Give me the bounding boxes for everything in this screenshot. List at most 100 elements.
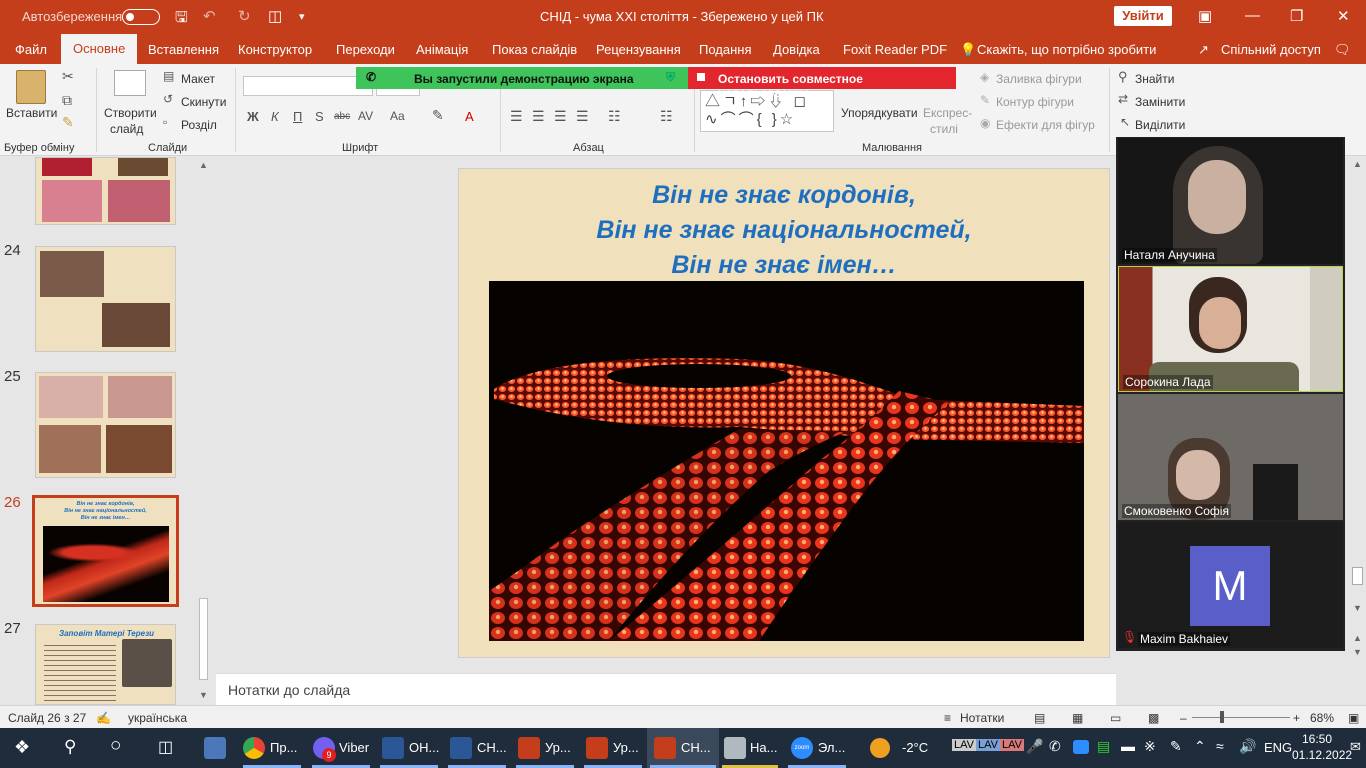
participant-tile[interactable]: Смоковенко Софія [1118, 394, 1343, 520]
format-painter-icon[interactable]: ✎ [62, 114, 74, 131]
edit-icon[interactable]: ✎ [1170, 738, 1182, 755]
next-slide-icon[interactable]: ▼ [1353, 647, 1362, 657]
notes-toggle[interactable]: Нотатки [960, 711, 1004, 725]
zoom-in-icon[interactable]: + [1293, 711, 1300, 725]
font-name-input[interactable] [243, 76, 373, 96]
tab-home[interactable]: Основне [61, 34, 138, 64]
cut-icon[interactable]: ✂ [62, 68, 74, 85]
slide-thumbnail-23[interactable] [35, 157, 176, 225]
wifi-icon[interactable]: ≈ [1216, 738, 1224, 754]
task-view-icon[interactable]: ◫ [158, 737, 173, 757]
antivirus-icon[interactable]: LAV [952, 739, 976, 751]
quick-styles-button[interactable]: Експрес- [923, 106, 972, 120]
shape-fill-button[interactable]: Заливка фігури [996, 72, 1082, 86]
participant-tile[interactable]: Наталя Анучина [1118, 138, 1343, 264]
aids-ribbon-candles-photo[interactable] [489, 281, 1084, 641]
new-slide-icon[interactable] [114, 70, 146, 96]
undo-icon[interactable]: ↶ [203, 7, 216, 25]
maximize-icon[interactable]: ❐ [1290, 7, 1303, 25]
slide-title-line-1[interactable]: Він не знає кордонів, [459, 181, 1109, 210]
slide-thumbnail-24[interactable] [35, 246, 176, 352]
zoom-out-icon[interactable]: – [1180, 711, 1187, 725]
taskbar-recorder[interactable]: На... [750, 740, 777, 755]
scroll-up-icon[interactable]: ▲ [199, 160, 208, 170]
replace-button[interactable]: Замінити [1135, 95, 1185, 109]
network-app-icon[interactable]: ▬ [1121, 738, 1135, 754]
align-text-icon[interactable]: ☷ [660, 108, 673, 125]
customize-toolbar-icon[interactable]: ▾ [299, 10, 305, 23]
weather-icon[interactable] [870, 738, 890, 758]
slide-scroll-thumb[interactable] [1352, 567, 1363, 585]
slide-scrollbar[interactable]: ▲ ▼ ▲ ▼ [1349, 157, 1366, 705]
highlight-icon[interactable]: ✎ [432, 107, 444, 124]
tab-foxit[interactable]: Foxit Reader PDF [843, 42, 947, 57]
zoom-slider[interactable] [1192, 717, 1290, 718]
taskbar-ppt-active[interactable]: СН... [681, 740, 711, 755]
bold-icon[interactable]: Ж [247, 109, 259, 124]
section-button[interactable]: Розділ [181, 118, 217, 132]
reset-button[interactable]: Скинути [181, 95, 226, 109]
tell-me-input[interactable]: Скажіть, що потрібно зробити [977, 42, 1156, 57]
fit-slide-icon[interactable]: ▣ [1348, 711, 1359, 725]
zoom-tray-icon[interactable] [1073, 740, 1089, 754]
language-status[interactable]: українська [128, 711, 187, 725]
tray-app-icon[interactable]: ▤ [1097, 738, 1110, 755]
char-spacing-icon[interactable]: AV [358, 109, 373, 123]
sign-in-button[interactable]: Увійти [1114, 6, 1172, 26]
select-button[interactable]: Виділити [1135, 118, 1185, 132]
spellcheck-icon[interactable]: ✍ [96, 711, 111, 725]
share-button[interactable]: Спільний доступ [1221, 42, 1321, 57]
taskbar-zoom[interactable]: Эл... [818, 740, 845, 755]
antivirus-icon[interactable]: LAV [976, 739, 1000, 751]
strikethrough-icon[interactable]: abc [334, 111, 350, 122]
paste-button[interactable]: Вставити [6, 106, 57, 120]
slides-pane-scroll-thumb[interactable] [199, 598, 208, 680]
stop-sharing-button[interactable]: Остановить совместное использование [688, 67, 956, 100]
tab-file[interactable]: Файл [15, 42, 47, 57]
arrange-button[interactable]: Упорядкувати [841, 106, 918, 120]
powerpoint-icon[interactable] [654, 737, 676, 759]
zoom-icon[interactable]: zoom [791, 737, 813, 759]
save-icon[interactable]: 🖫 [175, 7, 188, 32]
powerpoint-icon[interactable] [586, 737, 608, 759]
viber-tray-icon[interactable]: ✆ [1049, 738, 1061, 755]
minimize-icon[interactable]: — [1245, 7, 1260, 24]
font-color-icon[interactable]: A [465, 109, 474, 124]
volume-icon[interactable]: 🔊 [1239, 738, 1256, 755]
zoom-level[interactable]: 68% [1310, 711, 1334, 725]
windows-start-icon[interactable]: ❖ [14, 737, 30, 758]
mic-icon[interactable]: 🎤 [1026, 738, 1043, 755]
taskbar-chrome[interactable]: Пр... [270, 740, 297, 755]
align-right-icon[interactable]: ☰ [554, 108, 567, 125]
comments-icon[interactable]: 🗨 [1334, 42, 1351, 58]
paste-icon[interactable] [16, 70, 46, 104]
cortana-icon[interactable]: ○ [110, 735, 121, 757]
slide-thumbnail-27[interactable]: Заповіт Матері Терези [35, 624, 176, 705]
bluetooth-icon[interactable]: ※ [1144, 738, 1156, 755]
search-icon[interactable]: ⚲ [64, 737, 76, 757]
tab-view[interactable]: Подання [699, 42, 752, 57]
powerpoint-icon[interactable] [518, 737, 540, 759]
notes-pane[interactable]: Нотатки до слайда [216, 673, 1116, 705]
underline-icon[interactable]: П [293, 109, 302, 124]
copy-icon[interactable]: ⧉ [62, 92, 72, 109]
clapper-icon[interactable] [724, 737, 746, 759]
reading-view-icon[interactable]: ▭ [1110, 711, 1121, 725]
taskbar-word-2[interactable]: СН... [477, 740, 507, 755]
tab-review[interactable]: Рецензування [596, 42, 681, 57]
zoom-slider-thumb[interactable] [1220, 711, 1224, 723]
columns-icon[interactable]: ☷ [608, 108, 621, 125]
tab-insert[interactable]: Вставлення [148, 42, 219, 57]
slide-thumbnail-26[interactable]: Він не знає кордонів, Він не знає націон… [32, 495, 179, 607]
word-icon[interactable] [450, 737, 472, 759]
new-slide-button[interactable]: Створити [104, 106, 157, 120]
shape-effects-button[interactable]: Ефекти для фігур [996, 118, 1095, 132]
tab-slideshow[interactable]: Показ слайдів [492, 42, 577, 57]
slide-title-line-3[interactable]: Він не знає імен… [459, 251, 1109, 280]
normal-view-icon[interactable]: ▤ [1034, 711, 1045, 725]
find-button[interactable]: Знайти [1135, 72, 1174, 86]
autosave-toggle[interactable] [122, 9, 160, 25]
participant-tile[interactable]: Сорокина Лада [1118, 266, 1343, 392]
antivirus-icon[interactable]: LAV [1000, 739, 1024, 751]
justify-icon[interactable]: ☰ [576, 108, 589, 125]
